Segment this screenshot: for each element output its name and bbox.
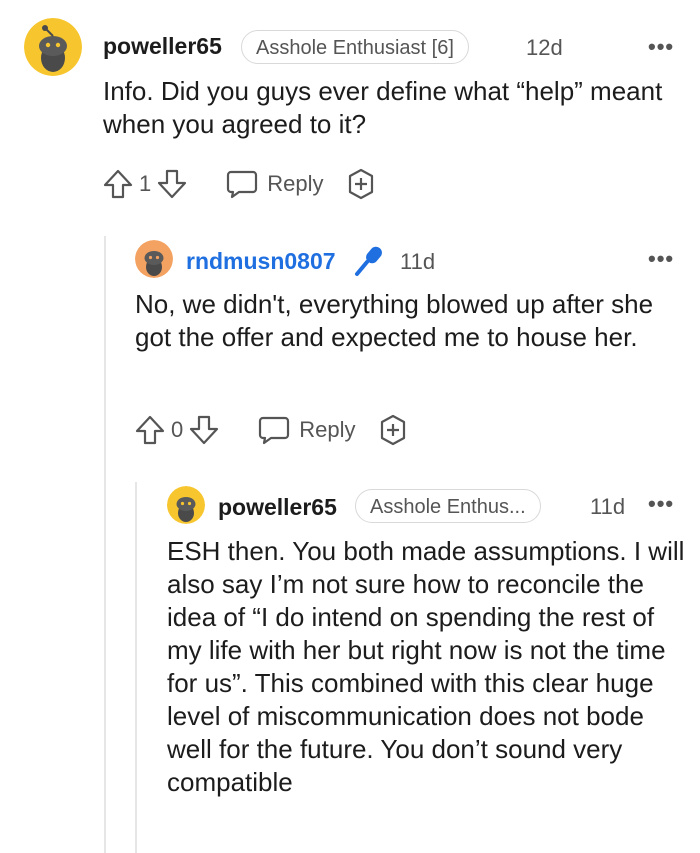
comment-actions: 1 Reply <box>101 167 378 201</box>
reply-label: Reply <box>267 171 324 196</box>
reply-button[interactable]: Reply <box>225 168 324 200</box>
snoo-avatar-icon <box>24 18 82 76</box>
avatar[interactable] <box>135 240 173 278</box>
vote-count: 1 <box>139 171 152 196</box>
reply-label: Reply <box>299 417 356 442</box>
timestamp: 12d <box>526 35 563 60</box>
snoo-avatar-icon <box>135 240 173 278</box>
comment-actions: 0 Reply <box>133 413 410 447</box>
comment-bubble-icon <box>225 168 259 200</box>
username[interactable]: rndmusn0807 <box>186 248 336 275</box>
user-flair: Asshole Enthus... <box>355 489 541 523</box>
thread-line[interactable] <box>104 236 106 853</box>
award-icon[interactable] <box>376 413 410 447</box>
more-options-icon[interactable]: ••• <box>648 246 674 272</box>
comment-body: Info. Did you guys ever define what “hel… <box>103 76 663 139</box>
timestamp: 11d <box>400 249 436 274</box>
avatar[interactable] <box>167 486 205 524</box>
downvote-icon[interactable] <box>155 167 189 201</box>
vote-count: 0 <box>171 417 184 442</box>
microphone-icon <box>352 242 388 278</box>
username[interactable]: poweller65 <box>103 33 222 60</box>
upvote-icon[interactable] <box>101 167 135 201</box>
upvote-icon[interactable] <box>133 413 167 447</box>
username[interactable]: poweller65 <box>218 494 337 521</box>
more-options-icon[interactable]: ••• <box>648 34 674 60</box>
comment-body: No, we didn't, everything blowed up afte… <box>135 289 654 352</box>
thread-line[interactable] <box>135 482 137 853</box>
reply-button[interactable]: Reply <box>257 414 356 446</box>
downvote-icon[interactable] <box>187 413 221 447</box>
comment-body: ESH then. You both made assumptions. I w… <box>167 536 685 797</box>
comment-bubble-icon <box>257 414 291 446</box>
award-icon[interactable] <box>344 167 378 201</box>
avatar[interactable] <box>24 18 82 76</box>
timestamp: 11d <box>590 494 626 519</box>
more-options-icon[interactable]: ••• <box>648 491 674 517</box>
user-flair: Asshole Enthusiast [6] <box>241 30 469 64</box>
snoo-avatar-icon <box>167 486 205 524</box>
